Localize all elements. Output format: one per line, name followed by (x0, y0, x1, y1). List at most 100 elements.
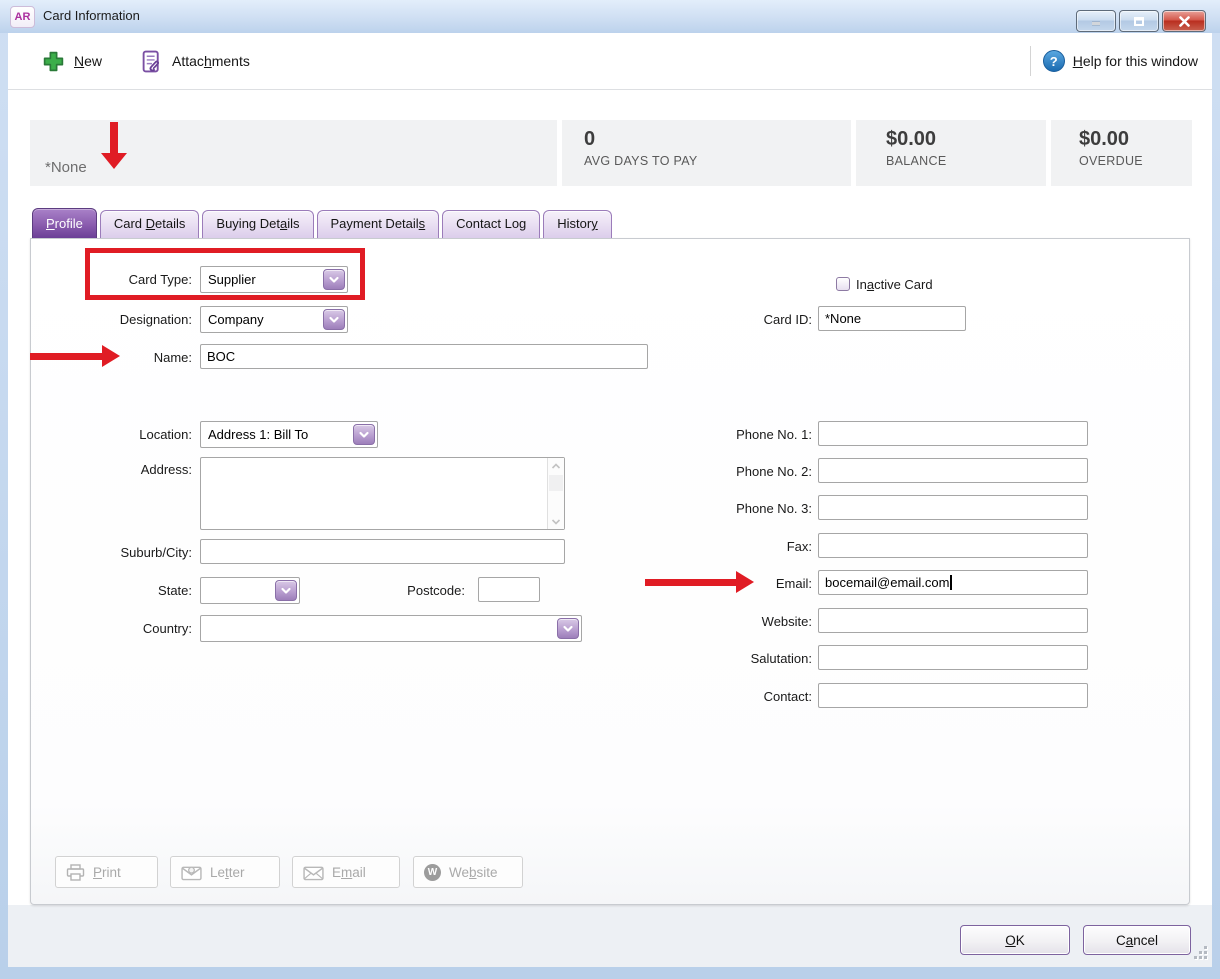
maximize-button[interactable] (1119, 10, 1159, 32)
annotation-arrow-email-head (736, 571, 754, 593)
inactive-card-label: Inactive Card (856, 277, 933, 292)
country-select[interactable] (200, 615, 582, 642)
cancel-button[interactable]: Ca ncel (1083, 925, 1191, 955)
app-icon-text: AR (14, 11, 31, 23)
location-value: Address 1: Bill To (208, 427, 309, 442)
designation-value: Company (208, 312, 264, 327)
avg-days-value: 0 (584, 128, 596, 150)
annotation-rectangle-card-type (85, 248, 365, 300)
letter-button[interactable]: Letter (170, 856, 280, 888)
card-id-label: Card ID: (763, 312, 812, 327)
website-button-label: Website (449, 864, 498, 880)
annotation-arrow-down-shaft (110, 122, 118, 154)
postcode-label: Postcode: (407, 583, 465, 598)
address-textarea[interactable] (200, 457, 565, 530)
window-title: Card Information (43, 8, 140, 23)
annotation-arrow-email-shaft (645, 579, 738, 586)
tab-buying-details[interactable]: Buying Details (202, 210, 314, 238)
website-input[interactable] (818, 608, 1088, 633)
name-input[interactable]: BOC (200, 344, 648, 369)
fax-label: Fax: (786, 539, 812, 554)
annotation-arrow-down-head (101, 153, 127, 169)
summary-overdue-panel: $0.00 OVERDUE (1051, 120, 1192, 186)
email-button-label: Email (332, 864, 366, 880)
suburb-city-input[interactable] (200, 539, 565, 564)
email-value: bocemail@email.com (825, 575, 950, 590)
inactive-card-checkbox[interactable] (836, 277, 850, 291)
attachments-button[interactable]: Attachments (136, 46, 256, 77)
new-plus-icon (43, 51, 64, 71)
designation-label: Designation: (119, 312, 192, 327)
website-button[interactable]: W Website (413, 856, 523, 888)
salutation-input[interactable] (818, 645, 1088, 670)
annotation-arrow-name-shaft (30, 353, 104, 360)
scroll-down-icon[interactable] (548, 513, 564, 529)
phone2-input[interactable] (818, 458, 1088, 483)
balance-label: BALANCE (886, 154, 947, 168)
print-label: Print (93, 864, 121, 880)
website-icon: W (424, 863, 441, 881)
attachments-icon (142, 50, 159, 72)
tab-payment-details[interactable]: Payment Details (316, 210, 440, 238)
phone3-input[interactable] (818, 495, 1088, 520)
ok-button[interactable]: OK (960, 925, 1070, 955)
contact-input[interactable] (818, 683, 1088, 708)
email-button[interactable]: Email (292, 856, 400, 888)
chevron-down-icon[interactable] (557, 618, 579, 639)
name-value: BOC (207, 349, 236, 364)
help-icon: ? (1042, 50, 1065, 72)
minimize-button[interactable] (1076, 10, 1116, 32)
app-icon-ar: AR (10, 6, 35, 28)
phone2-label: Phone No. 2: (736, 464, 812, 479)
chevron-down-icon[interactable] (353, 424, 375, 445)
fax-input[interactable] (818, 533, 1088, 558)
scroll-up-icon[interactable] (548, 458, 564, 474)
tab-profile[interactable]: Profile (32, 208, 97, 238)
state-label: State: (158, 583, 192, 598)
phone3-label: Phone No. 3: (736, 501, 812, 516)
resize-grip[interactable] (1194, 946, 1210, 962)
scrollbar-thumb[interactable] (549, 475, 563, 491)
address-label: Address: (140, 462, 192, 477)
help-label: Help for this window (1072, 53, 1198, 69)
text-cursor (950, 575, 952, 590)
print-icon (66, 863, 85, 881)
phone1-input[interactable] (818, 421, 1088, 446)
maximize-icon (1134, 16, 1144, 26)
card-information-window: AR Card Information New Attachments ? He… (0, 0, 1220, 979)
location-label: Location: (139, 427, 192, 442)
help-button[interactable]: ? Help for this window (1042, 50, 1198, 72)
tab-contact-log[interactable]: Contact Log (442, 210, 541, 238)
close-icon (1178, 15, 1190, 27)
new-button[interactable]: New (36, 46, 108, 77)
attachments-label: Attachments (172, 53, 250, 69)
letter-label: Letter (210, 864, 245, 880)
address-scrollbar[interactable] (547, 458, 564, 529)
overdue-label: OVERDUE (1079, 154, 1143, 168)
titlebar[interactable]: AR Card Information (0, 0, 1220, 33)
website-label: Website: (761, 614, 812, 629)
location-select[interactable]: Address 1: Bill To (200, 421, 378, 448)
phone1-label: Phone No. 1: (736, 427, 812, 442)
chevron-down-icon[interactable] (323, 309, 345, 330)
close-button[interactable] (1162, 10, 1206, 32)
print-button[interactable]: Print (55, 856, 158, 888)
summary-balance-panel: $0.00 BALANCE (856, 120, 1046, 186)
tab-card-details[interactable]: Card Details (99, 210, 200, 238)
minimize-icon (1092, 21, 1100, 26)
letter-icon (181, 866, 202, 880)
overdue-value: $0.00 (1079, 128, 1130, 150)
new-label: New (74, 53, 103, 69)
card-id-value: *None (825, 311, 862, 326)
toolbar-separator (1029, 46, 1031, 76)
postcode-input[interactable] (478, 577, 540, 602)
tab-history[interactable]: History (543, 210, 612, 238)
contact-label: Contact: (763, 689, 812, 704)
state-select[interactable] (200, 577, 300, 604)
designation-select[interactable]: Company (200, 306, 348, 333)
chevron-down-icon[interactable] (275, 580, 297, 601)
email-input[interactable]: bocemail@email.com (818, 570, 1088, 595)
country-label: Country: (142, 621, 192, 636)
card-id-input[interactable]: *None (818, 306, 966, 331)
avg-days-label: AVG DAYS TO PAY (584, 154, 698, 168)
